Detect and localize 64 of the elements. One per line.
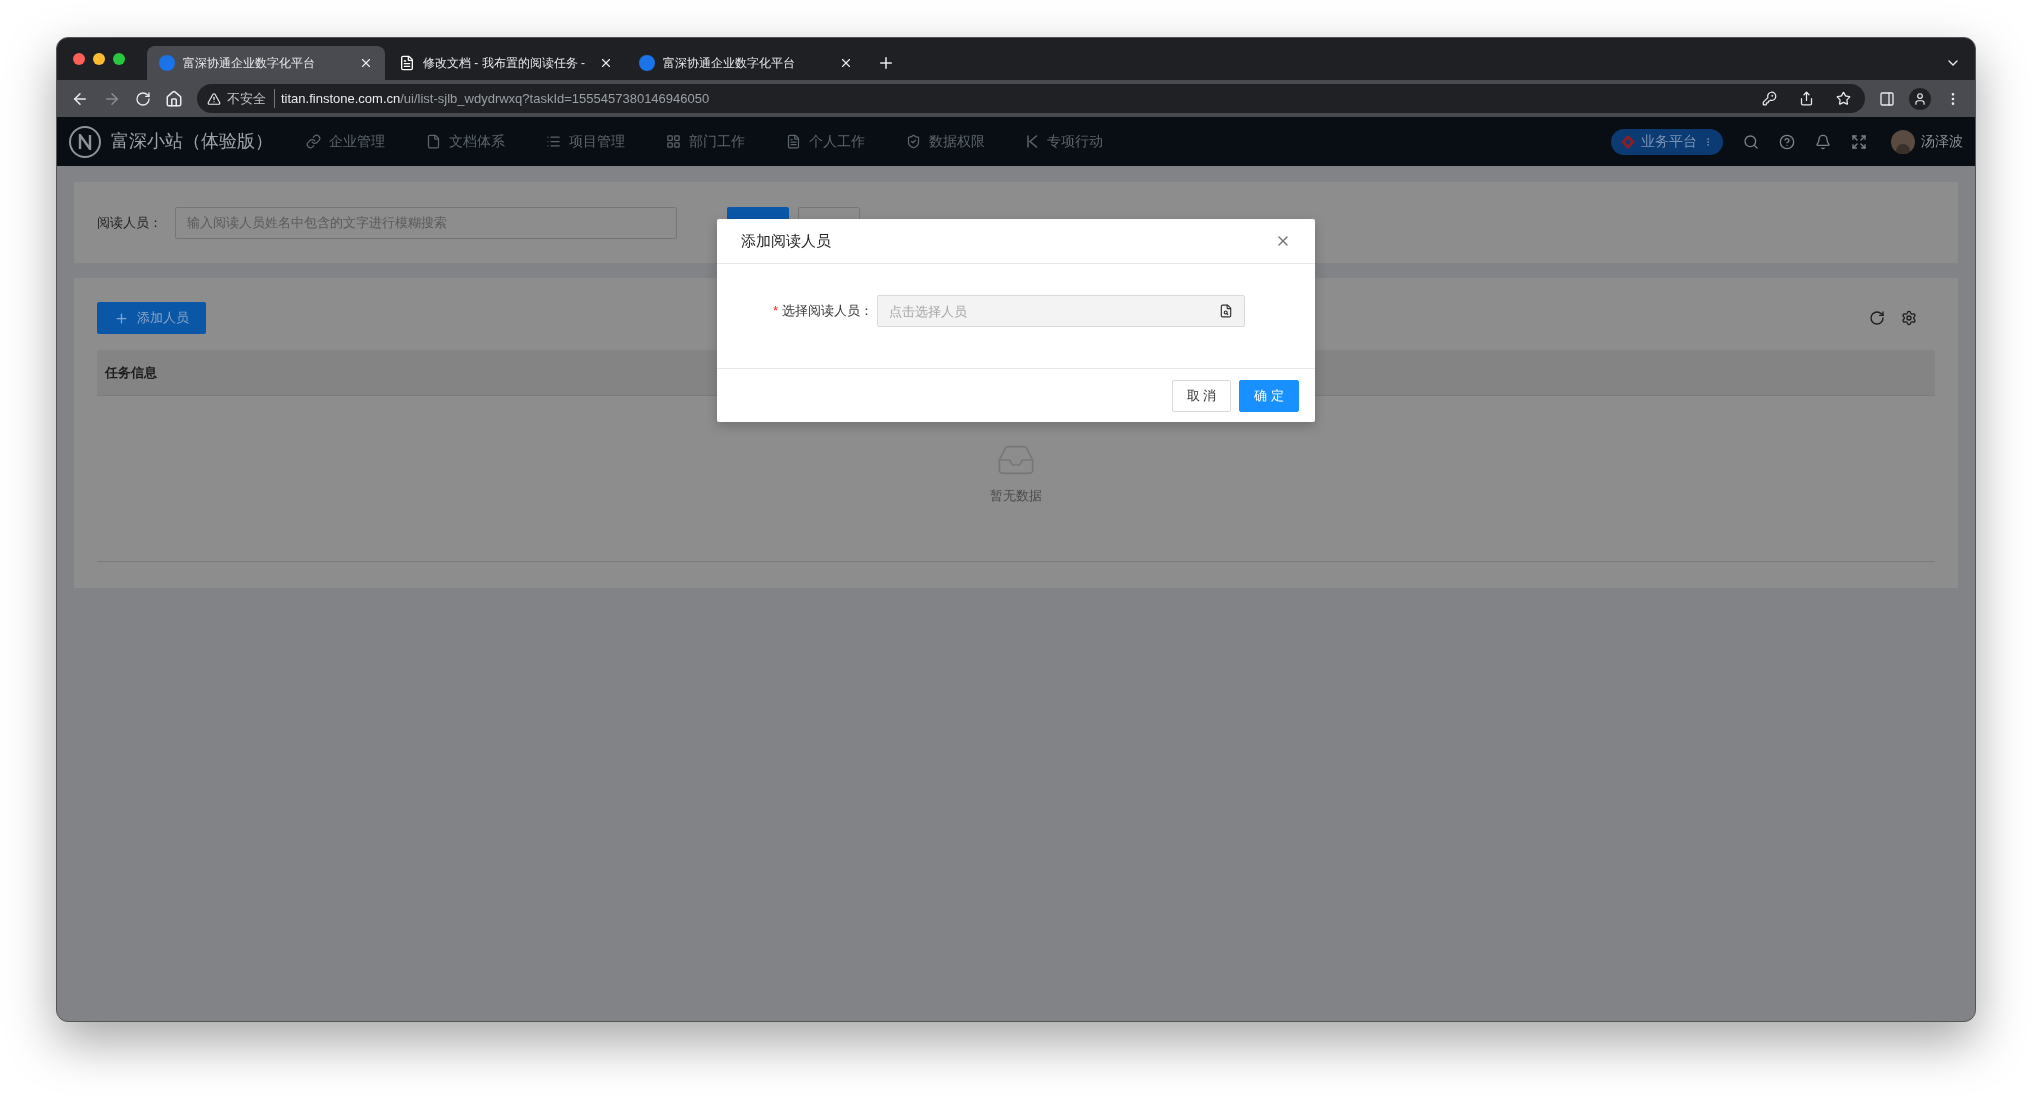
home-icon[interactable] bbox=[165, 89, 183, 108]
refresh-icon[interactable] bbox=[1869, 310, 1885, 326]
security-label: 不安全 bbox=[227, 88, 275, 109]
shield-icon bbox=[906, 134, 921, 149]
browser-tab[interactable]: 富深协通企业数字化平台 bbox=[147, 46, 385, 80]
zoom-window-icon[interactable] bbox=[113, 53, 125, 65]
plus-icon bbox=[114, 310, 129, 326]
close-icon[interactable] bbox=[359, 56, 373, 70]
new-tab-icon[interactable] bbox=[877, 54, 895, 72]
minimize-window-icon[interactable] bbox=[93, 53, 105, 65]
side-panel-icon[interactable] bbox=[1879, 90, 1895, 107]
add-person-button[interactable]: 添加人员 bbox=[97, 302, 206, 334]
tab-title: 富深协通企业数字化平台 bbox=[183, 55, 316, 72]
url-text: titan.finstone.com.cn/ui/list-sjlb_wdydrwxq?taskId=1555457380146946050 bbox=[281, 89, 710, 108]
app-title: 富深小站（体验版） bbox=[111, 130, 274, 153]
list-icon bbox=[546, 134, 561, 149]
confirm-button[interactable]: 确 定 bbox=[1239, 379, 1299, 412]
logo-icon bbox=[639, 55, 655, 71]
nav-item[interactable]: 专项行动 bbox=[1026, 131, 1146, 152]
logo-icon bbox=[159, 55, 175, 71]
diamond-logo-icon bbox=[1621, 134, 1635, 149]
nav-item[interactable]: 项目管理 bbox=[546, 131, 666, 152]
platform-badge[interactable]: 业务平台 bbox=[1611, 128, 1723, 155]
required-mark: * bbox=[772, 302, 778, 321]
logo-icon bbox=[69, 125, 101, 158]
browser-tab[interactable]: 修改文档 - 我布置的阅读任务 - bbox=[387, 46, 625, 80]
browser-tab[interactable]: 富深协通企业数字化平台 bbox=[627, 46, 865, 80]
close-icon[interactable] bbox=[599, 56, 613, 70]
fullscreen-icon[interactable] bbox=[1851, 133, 1867, 150]
search-document-icon bbox=[1219, 304, 1233, 318]
nav-item[interactable]: 文档体系 bbox=[426, 131, 546, 152]
nav-item[interactable]: 部门工作 bbox=[666, 131, 786, 152]
field-label-text: 选择阅读人员： bbox=[782, 302, 873, 321]
reload-icon[interactable] bbox=[135, 90, 151, 107]
close-icon[interactable] bbox=[839, 56, 853, 70]
nav-item[interactable]: 企业管理 bbox=[306, 131, 426, 152]
tab-title: 富深协通企业数字化平台 bbox=[663, 55, 796, 72]
empty-text: 暂无数据 bbox=[990, 487, 1042, 505]
search-icon[interactable] bbox=[1743, 133, 1759, 150]
chevron-bar-icon bbox=[1026, 134, 1039, 149]
document-icon bbox=[786, 134, 801, 149]
person-picker-field[interactable]: 点击选择人员 bbox=[877, 295, 1245, 327]
help-icon[interactable] bbox=[1779, 133, 1795, 150]
link-icon bbox=[306, 134, 321, 149]
address-bar[interactable]: 不安全 titan.finstone.com.cn/ui/list-sjlb_wdydrwxq?taskId=1555457380146946050 bbox=[197, 84, 1865, 113]
cancel-button[interactable]: 取 消 bbox=[1171, 379, 1232, 412]
settings-icon[interactable] bbox=[1901, 310, 1917, 326]
dialog-title: 添加阅读人员 bbox=[741, 230, 831, 251]
close-window-icon[interactable] bbox=[73, 53, 85, 65]
column-header: 任务信息 bbox=[105, 363, 157, 382]
filter-label: 阅读人员： bbox=[97, 213, 163, 232]
bell-icon[interactable] bbox=[1815, 133, 1831, 150]
file-icon bbox=[426, 134, 441, 149]
profile-icon[interactable] bbox=[1909, 87, 1931, 110]
key-icon[interactable] bbox=[1762, 91, 1777, 106]
nav-item[interactable]: 数据权限 bbox=[906, 131, 1026, 152]
nav-item[interactable]: 个人工作 bbox=[786, 131, 906, 152]
user-name: 汤泽波 bbox=[1921, 132, 1963, 151]
grid-icon bbox=[666, 134, 681, 149]
document-icon bbox=[399, 55, 415, 71]
warning-icon bbox=[207, 91, 221, 106]
tab-title: 修改文档 - 我布置的阅读任务 - bbox=[423, 55, 586, 72]
share-icon[interactable] bbox=[1799, 91, 1814, 106]
bookmark-icon[interactable] bbox=[1836, 91, 1851, 106]
